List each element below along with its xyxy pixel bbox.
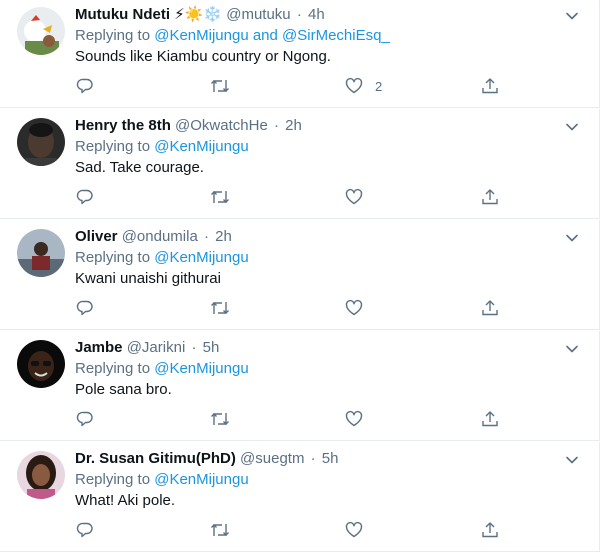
retweet-icon xyxy=(211,413,229,425)
author-name[interactable]: Jambe xyxy=(75,339,123,356)
reply-button[interactable] xyxy=(76,409,94,429)
like-button[interactable] xyxy=(345,409,375,429)
reply-icon xyxy=(76,522,93,538)
share-icon xyxy=(482,300,498,316)
share-button[interactable] xyxy=(481,298,499,318)
share-button[interactable] xyxy=(481,76,499,96)
share-icon xyxy=(482,522,498,538)
retweet-button[interactable] xyxy=(210,520,230,540)
chevron-down-icon[interactable] xyxy=(564,341,580,357)
author-handle[interactable]: @ondumila xyxy=(122,228,198,245)
chevron-down-icon[interactable] xyxy=(564,8,580,24)
author-name[interactable]: Dr. Susan Gitimu(PhD) xyxy=(75,450,236,467)
share-button[interactable] xyxy=(481,409,499,429)
retweet-icon xyxy=(211,302,229,314)
share-icon xyxy=(482,78,498,94)
reply-icon xyxy=(76,78,93,94)
reply-button[interactable] xyxy=(76,76,94,96)
tweet-text: Kwani unaishi githurai xyxy=(75,270,221,287)
replying-to-label: Replying to xyxy=(75,249,151,266)
retweet-icon xyxy=(211,191,229,203)
tweet-text: Sad. Take courage. xyxy=(75,159,204,176)
share-button[interactable] xyxy=(481,187,499,207)
author-emoji: ⚡☀️❄️ xyxy=(174,6,223,23)
replying-to-mentions[interactable]: @KenMijungu xyxy=(154,360,248,377)
timestamp[interactable]: 5h xyxy=(203,339,220,356)
replying-to-mentions[interactable]: @KenMijungu xyxy=(154,471,248,488)
author-name[interactable]: Mutuku Ndeti xyxy=(75,6,170,23)
separator: · xyxy=(296,6,302,23)
tweet-text: Pole sana bro. xyxy=(75,381,172,398)
reply-tweet[interactable]: Dr. Susan Gitimu(PhD) @suegtm · 5h Reply… xyxy=(0,442,600,552)
author-handle[interactable]: @mutuku xyxy=(226,6,290,23)
reply-button[interactable] xyxy=(76,298,94,318)
replying-to-label: Replying to xyxy=(75,471,151,488)
like-icon xyxy=(345,77,363,94)
avatar[interactable] xyxy=(17,7,65,55)
tweet-actions xyxy=(0,512,600,548)
tweet-actions xyxy=(0,401,600,437)
share-icon xyxy=(482,411,498,427)
separator: · xyxy=(191,339,197,356)
like-icon xyxy=(345,521,363,538)
replying-to-label: Replying to xyxy=(75,27,151,44)
reply-button[interactable] xyxy=(76,187,94,207)
tweet-text: Sounds like Kiambu country or Ngong. xyxy=(75,48,331,65)
tweet-actions xyxy=(0,290,600,326)
chevron-down-icon[interactable] xyxy=(564,452,580,468)
retweet-icon xyxy=(211,80,229,92)
reply-button[interactable] xyxy=(76,520,94,540)
reply-icon xyxy=(76,189,93,205)
retweet-icon xyxy=(211,524,229,536)
reply-tweet[interactable]: Mutuku Ndeti ⚡☀️❄️ @mutuku · 4h Replying… xyxy=(0,0,600,108)
author-name[interactable]: Henry the 8th xyxy=(75,117,171,134)
tweet-actions xyxy=(0,179,600,215)
replying-to-mentions[interactable]: @KenMijungu and @SirMechiEsq_ xyxy=(154,27,390,44)
separator: · xyxy=(310,450,316,467)
reply-tweet[interactable]: Henry the 8th @OkwatchHe · 2h Replying t… xyxy=(0,109,600,219)
retweet-button[interactable] xyxy=(210,409,230,429)
avatar[interactable] xyxy=(17,118,65,166)
timestamp[interactable]: 2h xyxy=(285,117,302,134)
separator: · xyxy=(203,228,209,245)
like-icon xyxy=(345,410,363,427)
replying-to-mentions[interactable]: @KenMijungu xyxy=(154,138,248,155)
like-button[interactable] xyxy=(345,520,375,540)
like-button[interactable]: 2 xyxy=(345,76,382,96)
share-button[interactable] xyxy=(481,520,499,540)
replying-to-mentions[interactable]: @KenMijungu xyxy=(154,249,248,266)
like-icon xyxy=(345,299,363,316)
share-icon xyxy=(482,189,498,205)
replying-to-label: Replying to xyxy=(75,360,151,377)
reply-tweet[interactable]: Jambe @Jarikni · 5h Replying to @KenMiju… xyxy=(0,331,600,441)
timestamp[interactable]: 4h xyxy=(308,6,325,23)
tweet-actions: 2 xyxy=(0,68,600,104)
replies-feed: Mutuku Ndeti ⚡☀️❄️ @mutuku · 4h Replying… xyxy=(0,0,602,553)
timestamp[interactable]: 5h xyxy=(322,450,339,467)
reply-icon xyxy=(76,300,93,316)
timestamp[interactable]: 2h xyxy=(215,228,232,245)
separator: · xyxy=(273,117,279,134)
like-count: 2 xyxy=(375,78,383,94)
author-handle[interactable]: @suegtm xyxy=(240,450,304,467)
avatar[interactable] xyxy=(17,340,65,388)
retweet-button[interactable] xyxy=(210,298,230,318)
author-name[interactable]: Oliver xyxy=(75,228,118,245)
author-handle[interactable]: @Jarikni xyxy=(127,339,186,356)
reply-tweet[interactable]: Oliver @ondumila · 2h Replying to @KenMi… xyxy=(0,220,600,330)
retweet-button[interactable] xyxy=(210,187,230,207)
like-button[interactable] xyxy=(345,187,375,207)
reply-icon xyxy=(76,411,93,427)
tweet-text: What! Aki pole. xyxy=(75,492,176,509)
like-button[interactable] xyxy=(345,298,375,318)
avatar[interactable] xyxy=(17,229,65,277)
like-icon xyxy=(345,188,363,205)
avatar[interactable] xyxy=(17,451,65,499)
chevron-down-icon[interactable] xyxy=(564,119,580,135)
retweet-button[interactable] xyxy=(210,76,230,96)
replying-to-label: Replying to xyxy=(75,138,151,155)
author-handle[interactable]: @OkwatchHe xyxy=(175,117,268,134)
chevron-down-icon[interactable] xyxy=(564,230,580,246)
